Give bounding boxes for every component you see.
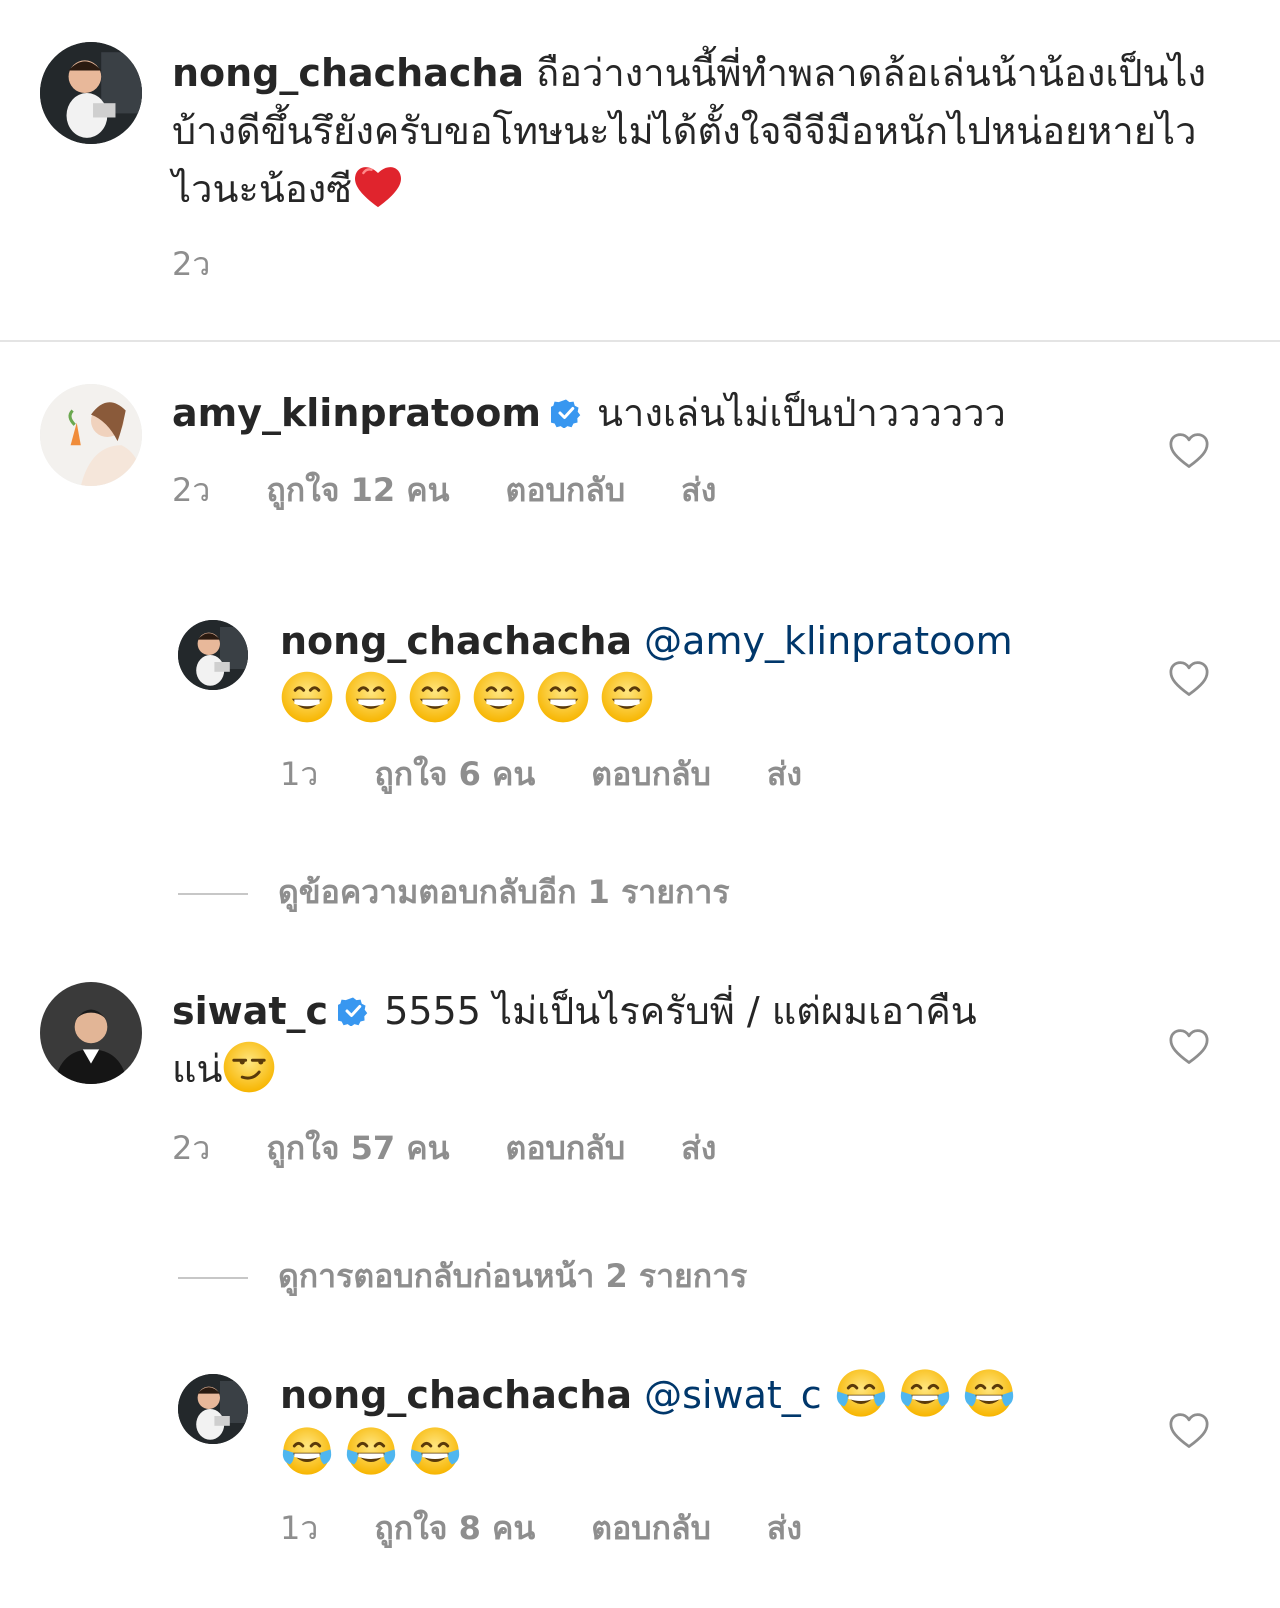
avatar-nong-chachacha[interactable] (178, 620, 248, 690)
grin-emoji-icon (536, 670, 590, 724)
mention-link[interactable]: @siwat_c (644, 1373, 822, 1417)
view-previous-replies-button[interactable]: ดูการตอบกลับก่อนหน้า 2 รายการ (178, 1256, 747, 1296)
verified-badge-icon (551, 398, 581, 428)
view-replies-label: ดูข้อความตอบกลับอีก 1 รายการ (278, 873, 730, 911)
comment-body: 5555 ไม่เป็นไรครับพี่ / แต่ผมเอาคืน (384, 989, 977, 1033)
reply-likes[interactable]: ถูกใจ 6 คน (374, 755, 535, 793)
send-button[interactable]: ส่ง (767, 755, 802, 793)
joy-emoji-icon (962, 1366, 1016, 1420)
reply-meta: 1ว ถูกใจ 8 คน ตอบกลับ ส่ง (280, 1508, 802, 1548)
reply-time[interactable]: 1ว (280, 1509, 318, 1547)
heart-emoji-icon (352, 160, 404, 212)
caption-text: nong_chachacha ถือว่างานนี้พี่ทำพลาดล้อเ… (172, 44, 1222, 218)
reply-siwat: nong_chachacha @siwat_c (280, 1366, 1100, 1482)
reply-username[interactable]: nong_chachacha (280, 619, 632, 663)
like-heart-icon[interactable] (1168, 660, 1210, 698)
view-replies-line (178, 893, 248, 895)
reply-button[interactable]: ตอบกลับ (591, 1509, 711, 1547)
comment-meta: 2ว ถูกใจ 12 คน ตอบกลับ ส่ง (172, 470, 716, 510)
avatar-nong-chachacha[interactable] (40, 42, 142, 144)
smirk-emoji-icon (222, 1040, 276, 1094)
comment-username[interactable]: siwat_c (172, 989, 328, 1033)
view-replies-line (178, 1277, 248, 1279)
avatar-image (40, 982, 142, 1084)
comment-time[interactable]: 2ว (172, 471, 210, 509)
divider (0, 340, 1280, 342)
view-replies-label: ดูการตอบกลับก่อนหน้า 2 รายการ (278, 1257, 748, 1295)
comment-username[interactable]: amy_klinpratoom (172, 391, 541, 435)
like-heart-icon[interactable] (1168, 1028, 1210, 1066)
joy-emoji-icon (408, 1424, 462, 1478)
reply-button[interactable]: ตอบกลับ (591, 755, 711, 793)
joy-emoji-icon (344, 1424, 398, 1478)
send-button[interactable]: ส่ง (767, 1509, 802, 1547)
comment-likes[interactable]: ถูกใจ 57 คน (266, 1129, 449, 1167)
like-heart-icon[interactable] (1168, 432, 1210, 470)
joy-emoji-icon (834, 1366, 888, 1420)
verified-badge-icon (338, 996, 368, 1026)
reply-button[interactable]: ตอบกลับ (506, 1129, 626, 1167)
grin-emoji-icon (472, 670, 526, 724)
comment-time[interactable]: 2ว (172, 1129, 210, 1167)
avatar-nong-chachacha[interactable] (178, 1374, 248, 1444)
avatar-image (40, 42, 142, 144)
reply-amy: nong_chachacha @amy_klinpratoom (280, 612, 1100, 728)
send-button[interactable]: ส่ง (681, 471, 716, 509)
send-button[interactable]: ส่ง (681, 1129, 716, 1167)
comment-meta: 2ว ถูกใจ 57 คน ตอบกลับ ส่ง (172, 1128, 716, 1168)
comment-siwat: siwat_c 5555 ไม่เป็นไรครับพี่ / แต่ผมเอา… (172, 982, 1112, 1098)
comment-likes[interactable]: ถูกใจ 12 คน (266, 471, 449, 509)
comment-body-line2: แน่ (172, 1047, 223, 1091)
mention-link[interactable]: @amy_klinpratoom (644, 619, 1012, 663)
avatar-image (40, 384, 142, 486)
caption-meta: 2ว (172, 244, 266, 284)
caption-username[interactable]: nong_chachacha (172, 51, 524, 95)
avatar-image (178, 620, 248, 690)
avatar-amy-klinpratoom[interactable] (40, 384, 142, 486)
view-more-replies-button[interactable]: ดูข้อความตอบกลับอีก 1 รายการ (178, 872, 730, 912)
comment-body: นางเล่นไม่เป็นป่าวววววว (597, 391, 1006, 435)
joy-emoji-icon (280, 1424, 334, 1478)
avatar-image (178, 1374, 248, 1444)
reply-meta: 1ว ถูกใจ 6 คน ตอบกลับ ส่ง (280, 754, 802, 794)
caption-time[interactable]: 2ว (172, 245, 210, 283)
comment-amy: amy_klinpratoom นางเล่นไม่เป็นป่าวววววว (172, 384, 1112, 442)
like-heart-icon[interactable] (1168, 1412, 1210, 1450)
reply-likes[interactable]: ถูกใจ 8 คน (374, 1509, 535, 1547)
grin-emoji-icon (408, 670, 462, 724)
reply-time[interactable]: 1ว (280, 755, 318, 793)
reply-username[interactable]: nong_chachacha (280, 1373, 632, 1417)
avatar-siwat-c[interactable] (40, 982, 142, 1084)
grin-emoji-icon (280, 670, 334, 724)
joy-emoji-icon (898, 1366, 952, 1420)
reply-button[interactable]: ตอบกลับ (506, 471, 626, 509)
grin-emoji-icon (344, 670, 398, 724)
grin-emoji-icon (600, 670, 654, 724)
